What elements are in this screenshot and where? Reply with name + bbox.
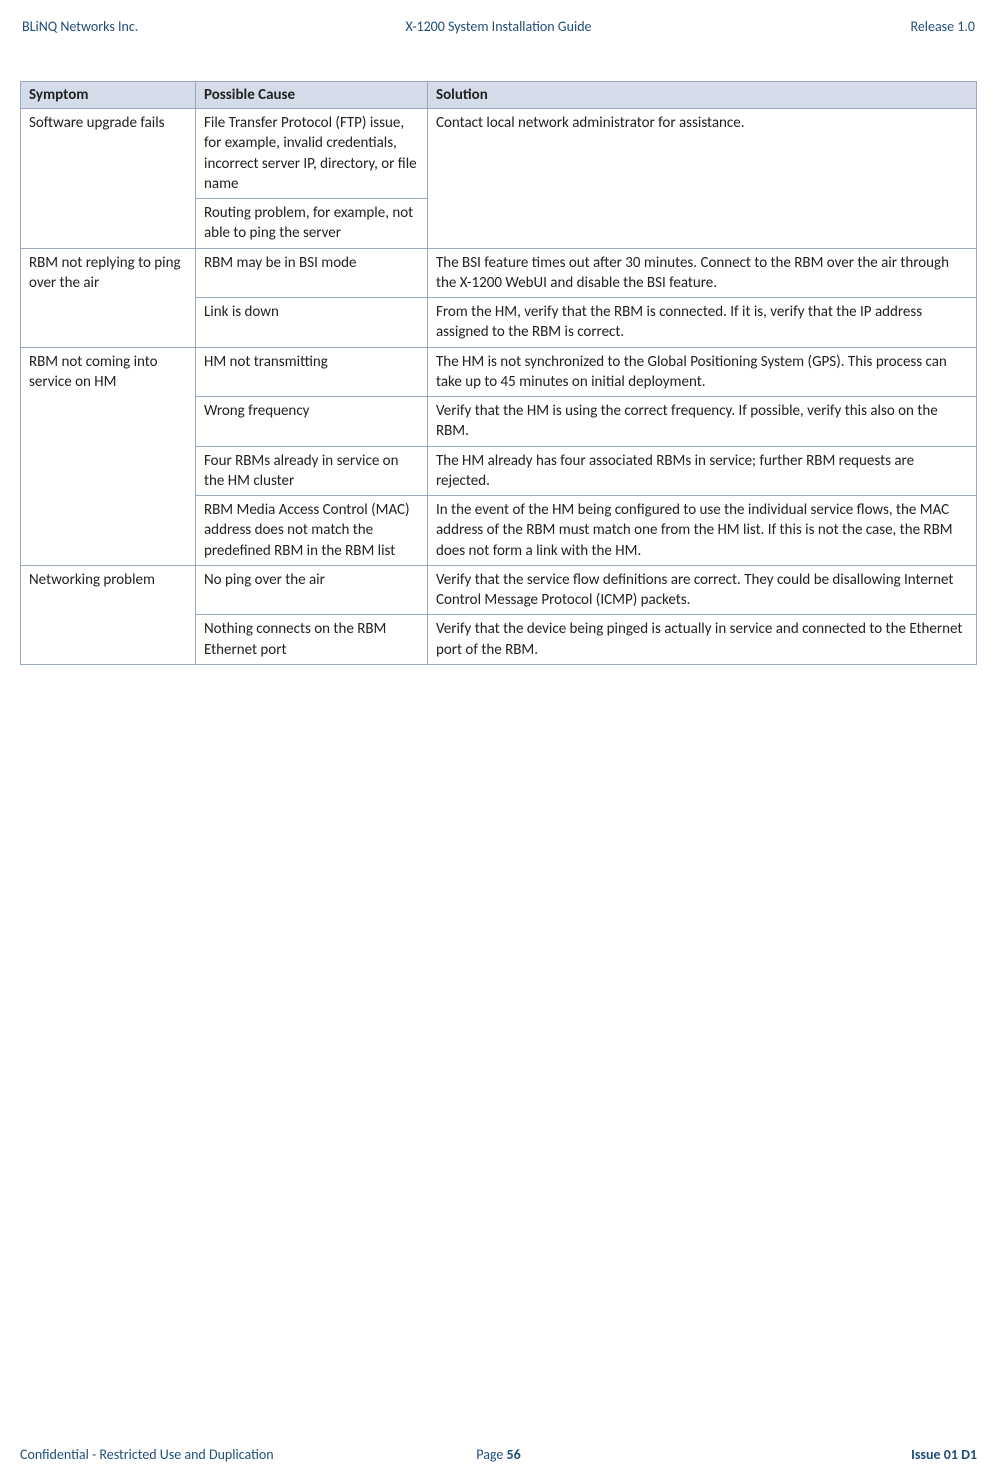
cell-cause: Wrong frequency <box>196 397 428 447</box>
cell-cause: File Transfer Protocol (FTP) issue, for … <box>196 109 428 199</box>
cell-solution: Verify that the device being pinged is a… <box>428 615 977 665</box>
cell-cause: Nothing connects on the RBM Ethernet por… <box>196 615 428 665</box>
header-release: Release 1.0 <box>657 18 975 35</box>
table-row: RBM not replying to ping over the air RB… <box>21 248 977 298</box>
footer-page-prefix: Page <box>476 1446 506 1463</box>
col-symptom: Symptom <box>21 82 196 109</box>
table-header-row: Symptom Possible Cause Solution <box>21 82 977 109</box>
cell-solution: Verify that the service flow definitions… <box>428 565 977 615</box>
cell-symptom: Software upgrade fails <box>21 109 196 249</box>
cell-cause: HM not transmitting <box>196 347 428 397</box>
cell-symptom: Networking problem <box>21 565 196 664</box>
cell-solution: In the event of the HM being configured … <box>428 496 977 566</box>
table-row: RBM not coming into service on HM HM not… <box>21 347 977 397</box>
cell-symptom: RBM not coming into service on HM <box>21 347 196 565</box>
table-row: Networking problem No ping over the air … <box>21 565 977 615</box>
cell-symptom: RBM not replying to ping over the air <box>21 248 196 347</box>
footer-confidential: Confidential - Restricted Use and Duplic… <box>20 1446 339 1463</box>
footer-page-number: 56 <box>507 1446 521 1463</box>
cell-cause: Link is down <box>196 298 428 348</box>
troubleshooting-table: Symptom Possible Cause Solution Software… <box>20 81 977 665</box>
page-footer: Confidential - Restricted Use and Duplic… <box>20 1446 977 1463</box>
cell-solution: Verify that the HM is using the correct … <box>428 397 977 447</box>
cell-solution: Contact local network administrator for … <box>428 109 977 249</box>
cell-solution: The BSI feature times out after 30 minut… <box>428 248 977 298</box>
col-solution: Solution <box>428 82 977 109</box>
cell-solution: The HM is not synchronized to the Global… <box>428 347 977 397</box>
footer-issue: Issue 01 D1 <box>658 1446 977 1463</box>
col-cause: Possible Cause <box>196 82 428 109</box>
cell-solution: The HM already has four associated RBMs … <box>428 446 977 496</box>
header-title: X-1200 System Installation Guide <box>340 18 658 35</box>
cell-cause: RBM Media Access Control (MAC) address d… <box>196 496 428 566</box>
table-row: Software upgrade fails File Transfer Pro… <box>21 109 977 199</box>
footer-page: Page 56 <box>339 1446 658 1463</box>
cell-cause: Four RBMs already in service on the HM c… <box>196 446 428 496</box>
cell-cause: No ping over the air <box>196 565 428 615</box>
cell-cause: RBM may be in BSI mode <box>196 248 428 298</box>
page-header: BLiNQ Networks Inc. X-1200 System Instal… <box>20 18 977 53</box>
header-company: BLiNQ Networks Inc. <box>22 18 340 35</box>
cell-solution: From the HM, verify that the RBM is conn… <box>428 298 977 348</box>
cell-cause: Routing problem, for example, not able t… <box>196 199 428 249</box>
